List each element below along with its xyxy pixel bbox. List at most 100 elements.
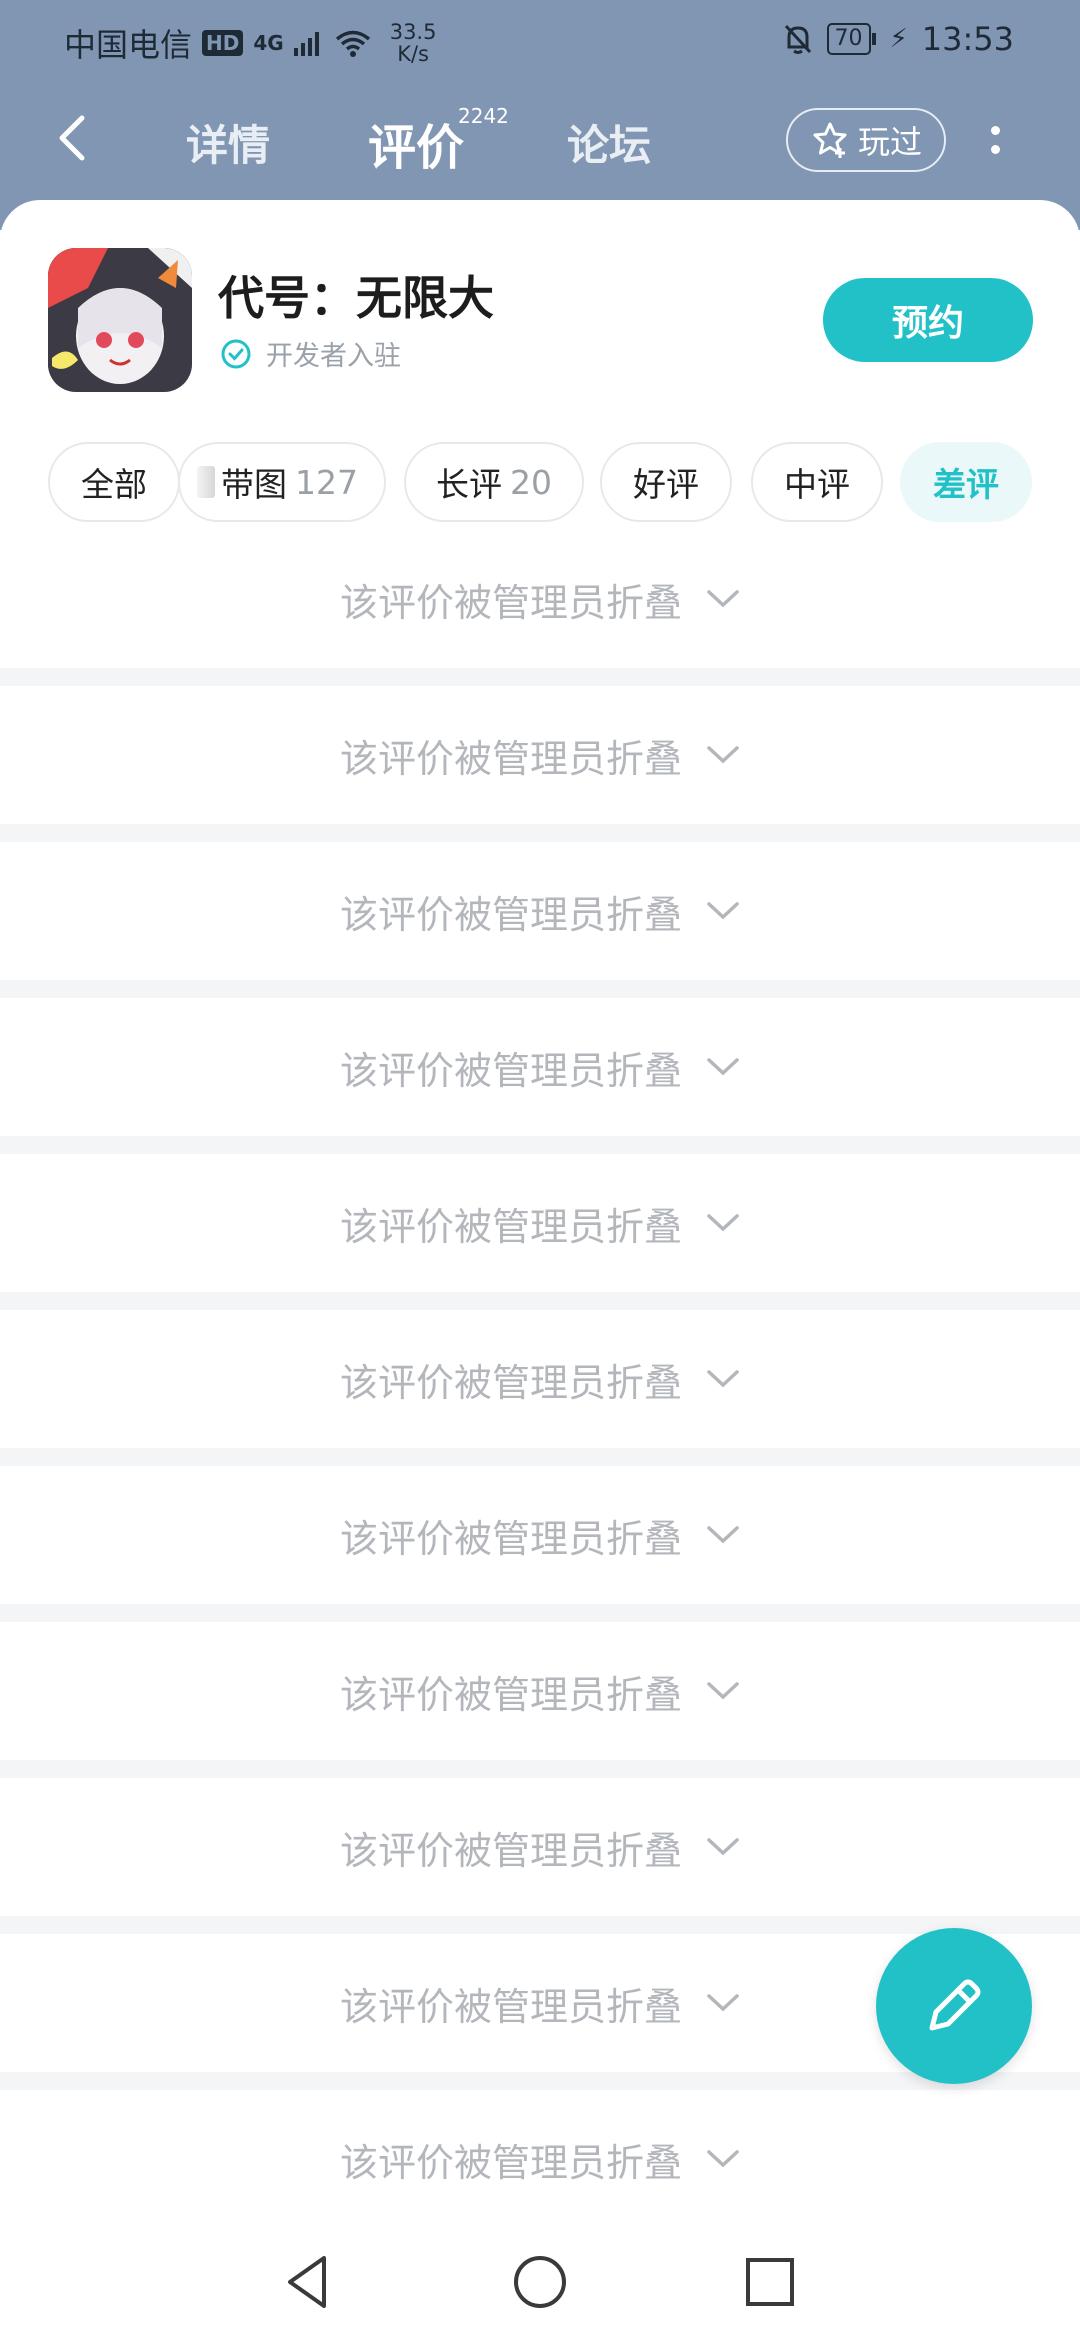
network-type: 4G (253, 31, 284, 55)
folded-review-text: 该评价被管理员折叠 (339, 736, 682, 781)
more-dot (990, 145, 1000, 154)
charging-icon: ⚡ (889, 24, 908, 54)
filter-all[interactable]: 全部 (48, 442, 180, 522)
filter-label: 长评 (436, 465, 502, 504)
battery-tip (871, 33, 876, 45)
chevron-down-icon (707, 1370, 739, 1388)
developer-badge: 开发者入驻 (220, 334, 401, 373)
folded-review-text: 该评价被管理员折叠 (339, 1984, 682, 2029)
more-button[interactable] (980, 110, 1010, 170)
review-separator (0, 1448, 1080, 1466)
battery-level: 70 (826, 23, 871, 55)
review-separator (0, 1136, 1080, 1154)
nav-home-icon[interactable] (508, 2250, 572, 2314)
pencil-icon (929, 1979, 981, 2031)
folded-review-item[interactable]: 该评价被管理员折叠 (0, 1778, 1080, 1916)
chevron-down-icon (707, 902, 739, 920)
top-nav-bar: 详情 评价 2242 论坛 玩过 (0, 90, 1080, 200)
write-review-button[interactable] (876, 1928, 1032, 2084)
chevron-down-icon (707, 1682, 739, 1700)
chevron-down-icon (707, 1058, 739, 1076)
game-title: 代号：无限大 (218, 271, 494, 325)
tab-reviews[interactable]: 评价 (368, 108, 464, 178)
played-button[interactable]: 玩过 (786, 108, 946, 172)
filter-label: 中评 (784, 465, 850, 504)
chevron-down-icon (707, 1214, 739, 1232)
folded-review-text: 该评价被管理员折叠 (339, 1048, 682, 1093)
nav-back-icon[interactable] (278, 2250, 342, 2314)
check-circle-icon (221, 339, 251, 368)
folded-review-text: 该评价被管理员折叠 (339, 1516, 682, 1561)
folded-review-item[interactable]: 该评价被管理员折叠 (0, 1466, 1080, 1604)
folded-review-item[interactable]: 该评价被管理员折叠 (0, 1622, 1080, 1760)
folded-review-text: 该评价被管理员折叠 (339, 1828, 682, 1873)
folded-review-item[interactable]: 该评价被管理员折叠 (0, 998, 1080, 1136)
developer-badge-label: 开发者入驻 (266, 341, 401, 372)
review-separator (0, 824, 1080, 842)
chevron-left-icon (59, 115, 85, 161)
more-vertical-icon (990, 126, 1000, 135)
folded-review-text: 该评价被管理员折叠 (339, 1360, 682, 1405)
game-header: 代号：无限大 开发者入驻 预约 (48, 248, 1033, 398)
folded-review-text: 该评价被管理员折叠 (339, 892, 682, 937)
clock: 13:53 (921, 20, 1014, 58)
filter-negative[interactable]: 差评 (900, 442, 1032, 522)
filter-long-reviews[interactable]: 长评 20 (404, 442, 584, 522)
bell-off-icon (784, 24, 811, 54)
nav-recents-icon[interactable] (738, 2250, 802, 2314)
chevron-down-icon (707, 590, 739, 608)
folded-review-item[interactable]: 该评价被管理员折叠 (0, 686, 1080, 824)
filter-label: 好评 (633, 465, 699, 504)
system-navigation-bar (0, 2220, 1080, 2340)
chevron-down-icon (707, 1994, 739, 2012)
review-separator (0, 980, 1080, 998)
folded-review-item[interactable]: 该评价被管理员折叠 (0, 2090, 1080, 2228)
review-separator (0, 668, 1080, 686)
folded-review-text: 该评价被管理员折叠 (339, 2140, 682, 2185)
filter-count: 20 (510, 462, 552, 502)
filter-label: 带图 (221, 465, 287, 504)
filter-label: 差评 (933, 465, 999, 504)
star-plus-icon (813, 122, 847, 158)
back-button[interactable] (52, 110, 112, 170)
folded-review-item[interactable]: 该评价被管理员折叠 (0, 1154, 1080, 1292)
filter-count: 127 (295, 462, 358, 502)
image-icon (197, 466, 215, 498)
chevron-down-icon (707, 746, 739, 764)
played-label: 玩过 (857, 123, 922, 161)
tab-forum[interactable]: 论坛 (567, 112, 651, 173)
chevron-down-icon (707, 1526, 739, 1544)
speed-value: 33.5 (389, 20, 437, 44)
tab-details[interactable]: 详情 (186, 112, 270, 173)
carrier-label: 中国电信 (64, 26, 193, 64)
folded-review-item[interactable]: 该评价被管理员折叠 (0, 1310, 1080, 1448)
review-separator (0, 1604, 1080, 1622)
wifi-icon (335, 30, 370, 57)
filter-neutral[interactable]: 中评 (751, 442, 883, 522)
filter-positive[interactable]: 好评 (600, 442, 732, 522)
status-left: 中国电信 HD 4G 33.5 K/s (64, 20, 436, 66)
review-separator (0, 1760, 1080, 1778)
game-character-art (48, 248, 192, 392)
review-filter-row: 全部 带图 127 长评 20 好评 中评 差评 (48, 442, 1048, 526)
status-right: 70 ⚡ 13:53 (783, 20, 1014, 58)
hd-badge: HD (202, 30, 244, 56)
reviews-count: 2242 (458, 104, 509, 128)
chevron-down-icon (707, 2150, 739, 2168)
reserve-button[interactable]: 预约 (823, 278, 1033, 362)
folded-review-item[interactable]: 该评价被管理员折叠 (0, 530, 1080, 668)
filter-label: 全部 (81, 465, 147, 504)
signal-icon (293, 32, 319, 56)
game-icon[interactable] (48, 248, 192, 392)
folded-review-text: 该评价被管理员折叠 (339, 1672, 682, 1717)
chevron-down-icon (707, 1838, 739, 1856)
review-separator (0, 1292, 1080, 1310)
battery-indicator: 70 (826, 23, 876, 55)
filter-with-images[interactable]: 带图 127 (178, 442, 386, 522)
folded-review-item[interactable]: 该评价被管理员折叠 (0, 842, 1080, 980)
review-separator (0, 1916, 1080, 1934)
folded-review-text: 该评价被管理员折叠 (339, 580, 682, 625)
speed-unit: K/s (397, 42, 429, 66)
folded-review-text: 该评价被管理员折叠 (339, 1204, 682, 1249)
network-speed: 33.5 K/s (390, 21, 437, 65)
